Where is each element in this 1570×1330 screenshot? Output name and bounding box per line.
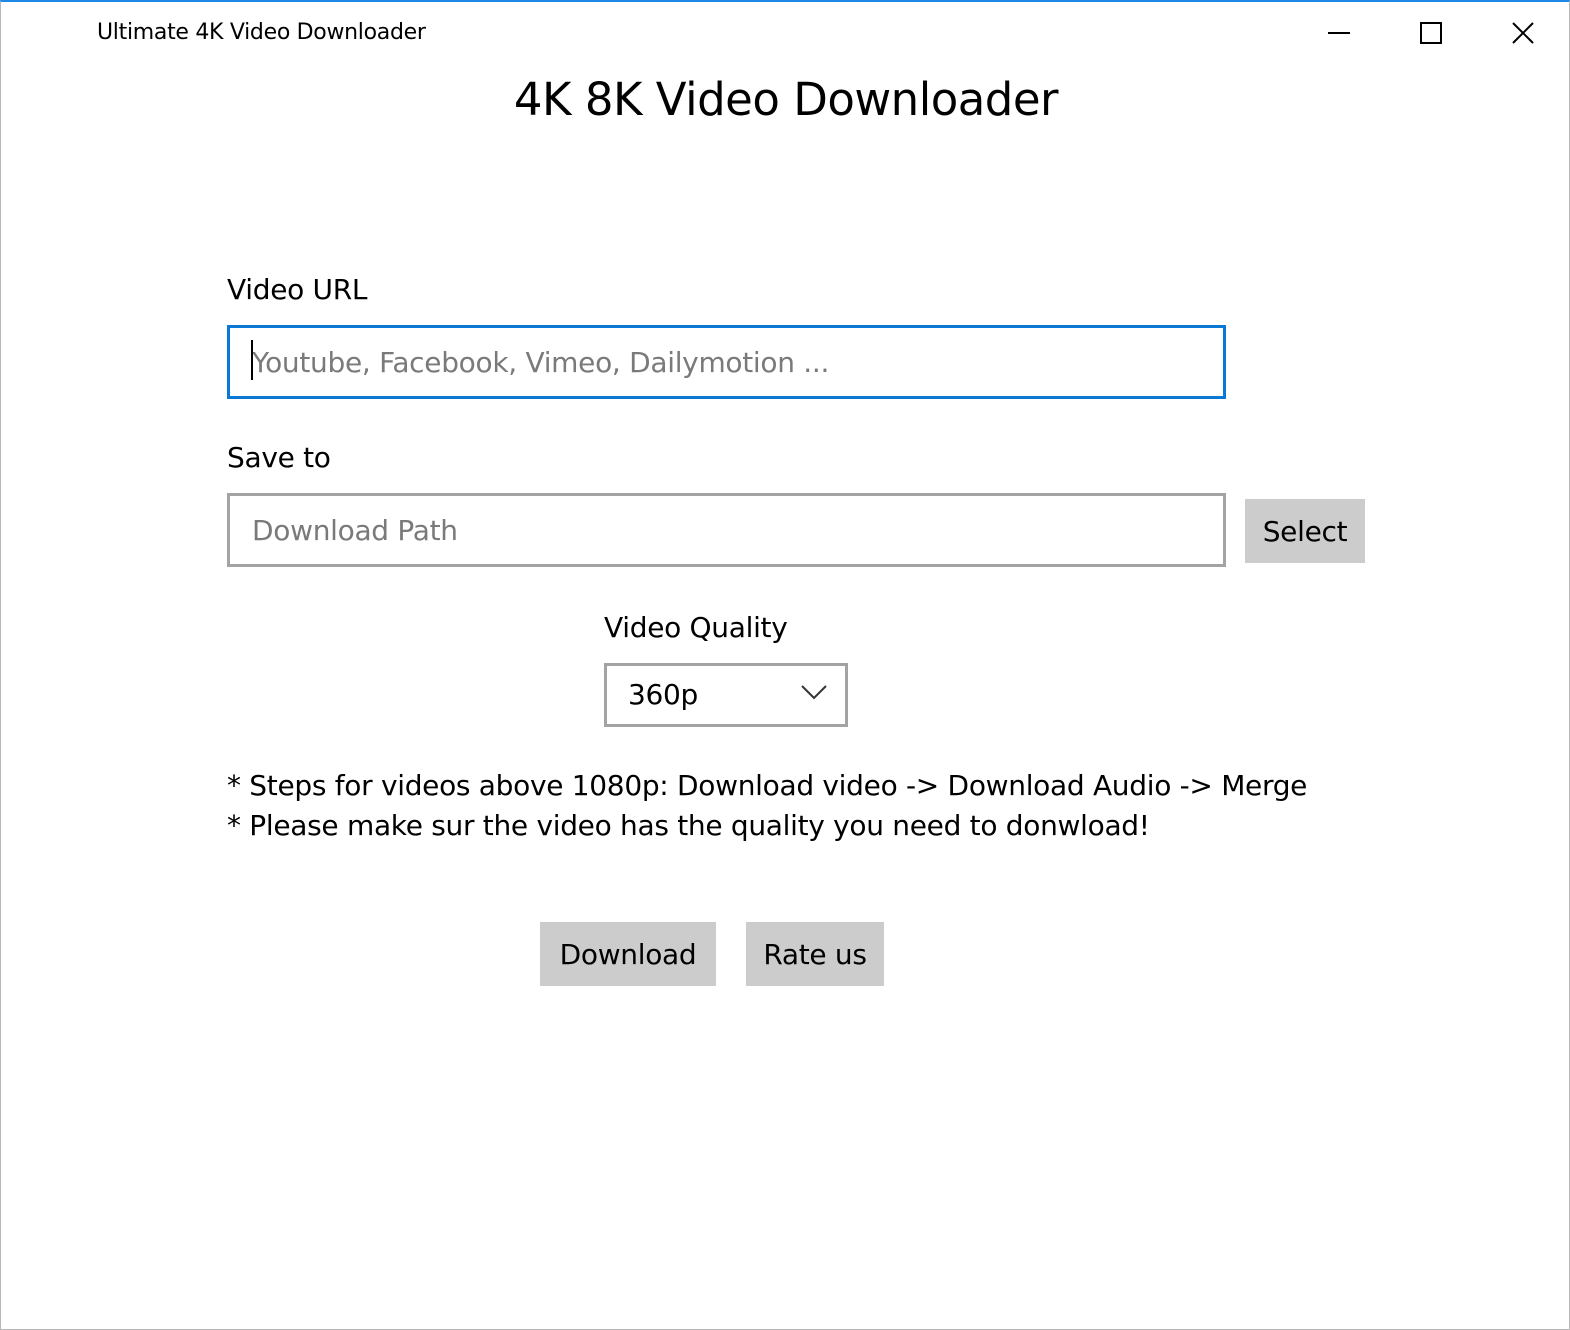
note-steps: * Steps for videos above 1080p: Download… <box>227 769 1308 802</box>
video-quality-dropdown[interactable]: 360p <box>604 663 848 727</box>
app-window: Ultimate 4K Video Downloader 4K 8K Video… <box>0 0 1570 1330</box>
title-bar[interactable]: Ultimate 4K Video Downloader <box>1 2 1569 64</box>
video-quality-selected: 360p <box>628 678 699 711</box>
save-path-input[interactable] <box>230 496 1223 564</box>
close-icon <box>1512 22 1534 44</box>
video-quality-label: Video Quality <box>604 611 788 644</box>
window-title: Ultimate 4K Video Downloader <box>97 20 426 45</box>
note-quality: * Please make sur the video has the qual… <box>227 809 1150 842</box>
chevron-down-icon <box>801 685 827 700</box>
save-to-label: Save to <box>227 441 331 474</box>
download-button[interactable]: Download <box>540 922 716 986</box>
rate-us-button[interactable]: Rate us <box>746 922 884 986</box>
video-url-input[interactable] <box>230 328 1223 396</box>
close-button[interactable] <box>1477 2 1569 64</box>
video-url-label: Video URL <box>227 273 368 306</box>
minimize-icon <box>1328 32 1350 34</box>
video-url-field-frame[interactable] <box>227 325 1226 399</box>
save-path-field-frame[interactable] <box>227 493 1226 567</box>
page-title: 4K 8K Video Downloader <box>513 73 1059 126</box>
maximize-icon <box>1420 22 1442 44</box>
select-folder-button[interactable]: Select <box>1245 499 1365 563</box>
minimize-button[interactable] <box>1293 2 1385 64</box>
text-caret <box>251 340 253 380</box>
maximize-button[interactable] <box>1385 2 1477 64</box>
